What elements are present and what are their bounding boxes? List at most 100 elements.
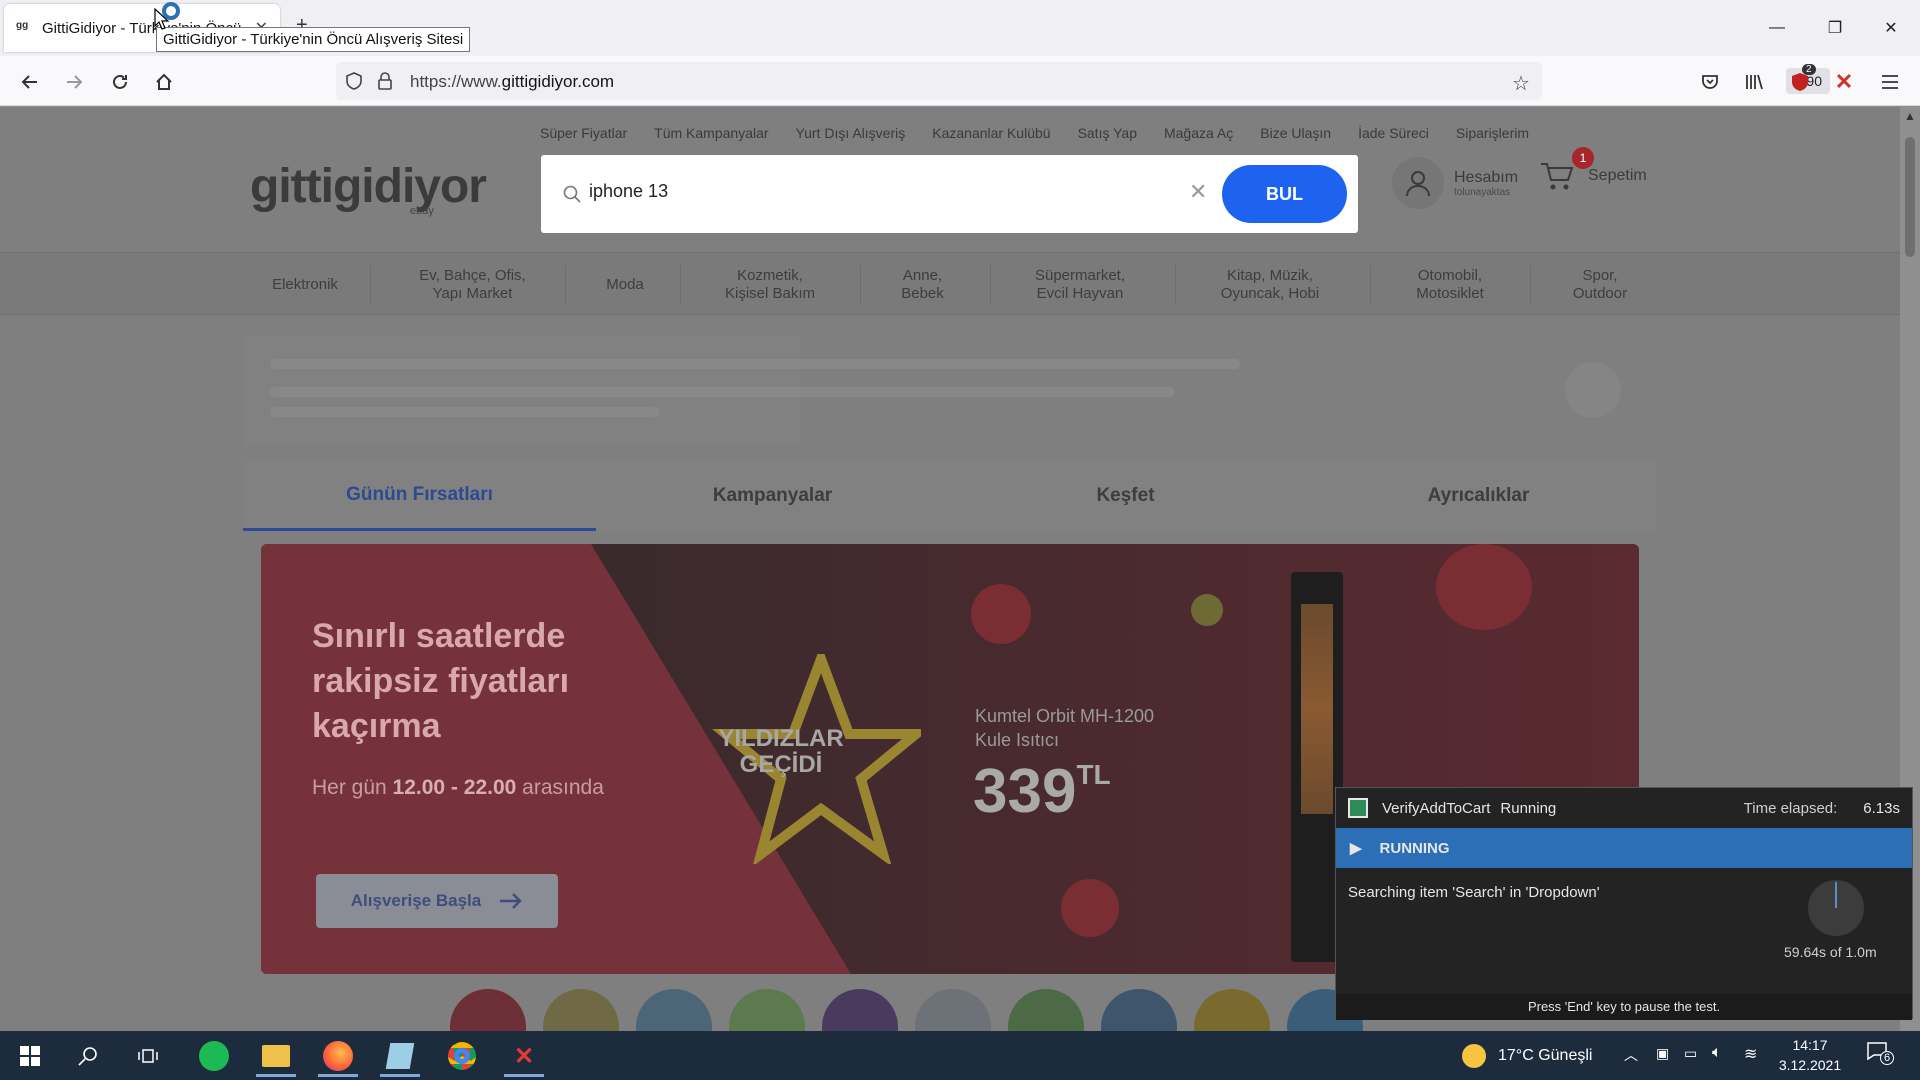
category-spor[interactable]: Spor, Outdoor [1540,253,1660,316]
story-circle[interactable] [636,989,712,1031]
forward-button[interactable] [58,66,90,98]
search-button[interactable]: BUL [1222,165,1347,223]
tab-ayricaliklar[interactable]: Ayrıcalıklar [1302,461,1655,531]
restore-button[interactable]: ❐ [1806,0,1864,56]
category-bar: Elektronik Ev, Bahçe, Ofis, Yapı Market … [0,252,1900,315]
weather-sun-icon[interactable] [1462,1044,1486,1068]
category-supermarket[interactable]: Süpermarket, Evcil Hayvan [1000,253,1160,316]
start-shopping-button[interactable]: Alışverişe Başla [316,874,558,928]
link-yurt-disi[interactable]: Yurt Dışı Alışveriş [796,125,906,141]
cart-label: Sepetim [1588,167,1647,184]
site-logo[interactable]: gittigidiyor [250,159,487,214]
tab-kampanyalar[interactable]: Kampanyalar [596,461,949,531]
ranorex-extension-icon[interactable]: ✕ [1828,66,1860,98]
category-elektronik[interactable]: Elektronik [250,253,360,316]
category-kitap-muzik[interactable]: Kitap, Müzik, Oyuncak, Hobi [1185,253,1355,316]
reload-button[interactable] [104,66,136,98]
minimize-button[interactable]: — [1748,0,1806,56]
link-iade-sureci[interactable]: İade Süreci [1358,125,1429,141]
file-explorer-icon[interactable] [252,1035,300,1077]
clock-date: 3.12.2021 [1778,1057,1842,1073]
story-circle[interactable] [543,989,619,1031]
spotify-icon[interactable] [190,1035,238,1077]
category-divider [1370,265,1371,305]
play-icon[interactable]: ▶ [1350,839,1362,857]
category-otomobil[interactable]: Otomobil, Motosiklet [1380,253,1520,316]
menu-hamburger-icon[interactable] [1874,66,1906,98]
account-menu[interactable]: Hesabım tolunayaktas [1392,157,1518,209]
skeleton-line [270,387,1175,397]
link-magaza-ac[interactable]: Mağaza Aç [1164,125,1233,141]
chrome-icon[interactable] [438,1035,486,1077]
address-bar[interactable]: https://www.gittigidiyor.com %90 ☆ [336,62,1830,100]
firefox-icon[interactable] [314,1035,362,1077]
product-price: 339TL [973,757,1111,826]
test-runner-panel: VerifyAddToCart Running Time elapsed: 6.… [1335,787,1913,1020]
clock[interactable]: 14:17 3.12.2021 [1770,1035,1850,1075]
category-divider [860,265,861,305]
volume-icon[interactable]: 🔈︎ [1712,1044,1722,1062]
notepad-icon[interactable] [376,1035,424,1077]
skeleton-line [270,359,1240,369]
bookmark-star-icon[interactable]: ☆ [1512,71,1530,96]
navigation-toolbar: https://www.gittigidiyor.com %90 ☆ 2 ✕ [0,56,1920,106]
cart-icon [1541,163,1574,190]
story-circle[interactable] [915,989,991,1031]
category-ev-bahce[interactable]: Ev, Bahçe, Ofis, Yapı Market [390,253,555,316]
link-bize-ulasin[interactable]: Bize Ulaşın [1260,125,1331,141]
ranorex-icon[interactable]: ✕ [500,1035,548,1077]
battery-icon[interactable]: ▭ [1684,1045,1697,1062]
skeleton-line [270,407,660,417]
home-button[interactable] [148,66,180,98]
shield-icon[interactable] [344,71,364,96]
link-tum-kampanyalar[interactable]: Tüm Kampanyalar [654,125,768,141]
category-anne-bebek[interactable]: Anne, Bebek [865,253,980,316]
library-icon[interactable] [1738,66,1770,98]
network-icon[interactable]: ≋ [1744,1044,1757,1064]
lock-icon[interactable] [376,71,394,96]
notification-center-icon[interactable]: 6 [1866,1041,1896,1069]
story-circle[interactable] [822,989,898,1031]
favicon-icon: gg [16,20,29,31]
story-circle[interactable] [1008,989,1084,1031]
meet-icon[interactable]: ▣ [1656,1045,1669,1062]
story-circle[interactable] [1194,989,1270,1031]
scroll-up-icon[interactable]: ▲ [1904,109,1916,123]
category-divider [1175,265,1176,305]
tray-chevron-icon[interactable]: ︿ [1624,1045,1638,1065]
pocket-icon[interactable] [1694,66,1726,98]
weather-text[interactable]: 17°C Güneşli [1498,1047,1592,1065]
extension-badge: 2 [1802,64,1816,75]
category-kozmetik[interactable]: Kozmetik, Kişisel Bakım [690,253,850,316]
clear-search-icon[interactable]: ✕ [1189,179,1207,205]
start-windows-icon[interactable] [6,1035,54,1077]
cart-button[interactable]: 1 Sepetim [1540,147,1647,191]
category-moda[interactable]: Moda [580,253,670,316]
search-icon[interactable] [64,1035,112,1077]
link-kazananlar[interactable]: Kazananlar Kulübü [932,125,1050,141]
deals-tabs: Günün Fırsatları Kampanyalar Keşfet Ayrı… [243,461,1655,531]
link-siparislerim[interactable]: Siparişlerim [1456,125,1529,141]
running-state: RUNNING [1379,839,1450,857]
story-circle[interactable] [450,989,526,1031]
link-satis-yap[interactable]: Satış Yap [1078,125,1137,141]
ublock-extension-icon[interactable]: 2 [1784,64,1816,98]
category-divider [565,265,566,305]
search-input[interactable]: iphone 13 [589,181,668,202]
back-button[interactable] [14,66,46,98]
story-circle[interactable] [729,989,805,1031]
scrollbar-thumb[interactable] [1905,137,1915,257]
tab-kesfet[interactable]: Keşfet [949,461,1302,531]
url-text[interactable]: https://www.gittigidiyor.com [410,72,614,92]
category-divider [370,265,371,305]
link-super-fiyatlar[interactable]: Süper Fiyatlar [540,125,627,141]
task-view-icon[interactable] [124,1035,172,1077]
skeleton-avatar [1565,362,1621,418]
story-circle[interactable] [1101,989,1177,1031]
tab-tooltip: GittiGidiyor - Türkiye'nin Öncü Alışveri… [156,27,471,52]
elapsed-label: Time elapsed: [1743,799,1838,817]
tab-gunun-firsatlari[interactable]: Günün Fırsatları [243,461,596,531]
decor-ball [1436,544,1532,630]
story-circles [450,989,1363,1031]
close-window-button[interactable]: ✕ [1862,0,1920,56]
